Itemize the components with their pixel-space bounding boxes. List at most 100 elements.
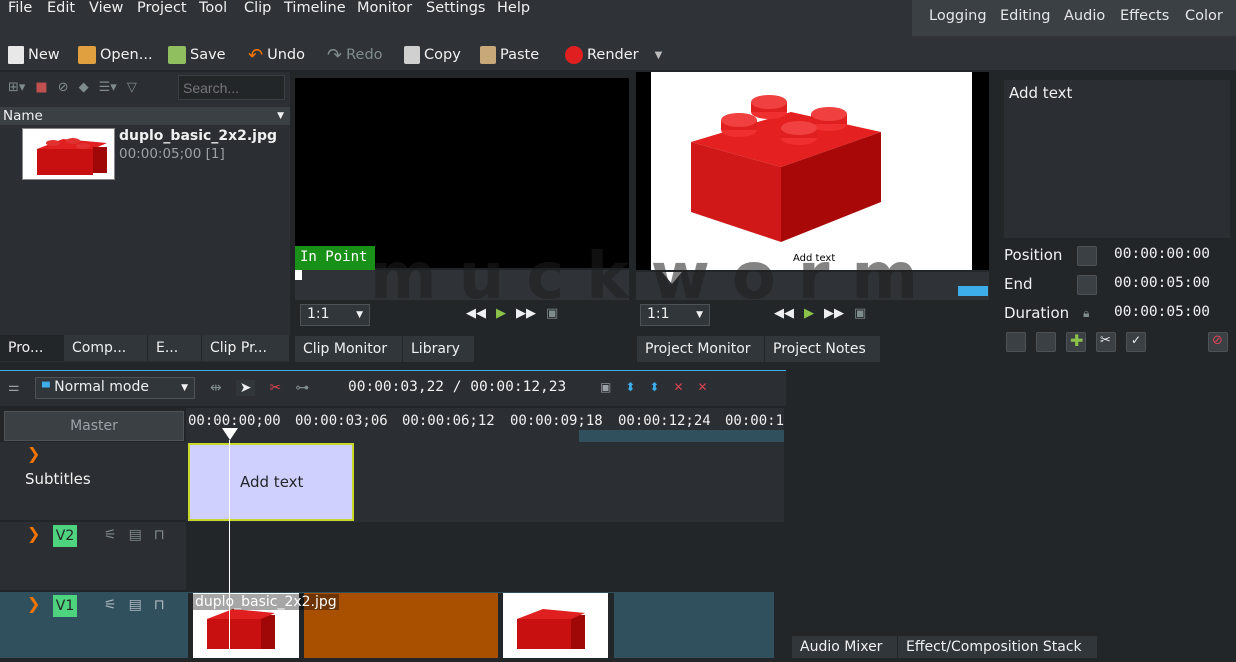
workspace-logging[interactable]: Logging	[929, 8, 987, 24]
tab-project-notes[interactable]: Project Notes	[765, 336, 881, 362]
open-button[interactable]: Open...	[78, 45, 153, 65]
menu-timeline[interactable]: Timeline	[284, 0, 346, 20]
lock-icon[interactable]: ⊓	[154, 527, 165, 543]
end-value[interactable]: 00:00:05:00	[1114, 275, 1210, 291]
check-icon: ✓	[1131, 333, 1142, 347]
clip-zoom-select[interactable]: 1:1 ▼	[300, 304, 370, 326]
next-subtitle-button[interactable]	[1036, 332, 1056, 352]
collapse-chevron-icon[interactable]: ❯	[27, 444, 40, 463]
chevron-down-icon: ▼	[356, 310, 363, 320]
render-dropdown-icon[interactable]: ▼	[655, 50, 663, 61]
tab-effects[interactable]: E...	[148, 335, 202, 361]
paste-button[interactable]: Paste	[480, 45, 539, 65]
tab-effect-composition-stack[interactable]: Effect/Composition Stack	[898, 636, 1098, 658]
timeline-timecode[interactable]: 00:00:03,22 / 00:00:12,23	[348, 379, 566, 395]
set-position-button[interactable]	[1077, 246, 1097, 266]
workspace-color[interactable]: Color	[1185, 8, 1223, 24]
sort-icon[interactable]: ☰▾	[99, 80, 117, 95]
menu-edit[interactable]: Edit	[47, 0, 75, 20]
tab-compositions[interactable]: Comp...	[64, 335, 148, 361]
mode-icon: ▀	[42, 383, 50, 394]
workspace-effects[interactable]: Effects	[1120, 8, 1169, 24]
tag-icon[interactable]: ◆	[79, 80, 89, 95]
previous-subtitle-button[interactable]	[1006, 332, 1026, 352]
timeline-playhead-icon[interactable]	[222, 428, 238, 440]
subtitle-clip[interactable]: Add text	[188, 443, 354, 521]
menu-help[interactable]: Help	[497, 0, 530, 20]
new-button[interactable]: New	[8, 45, 60, 65]
lock-icon[interactable]: ⊓	[154, 597, 165, 613]
render-button[interactable]: Render ▼	[565, 45, 662, 65]
collapse-chevron-icon[interactable]: ❯	[27, 524, 40, 543]
position-label: Position	[1004, 246, 1063, 264]
lift-icon[interactable]: ✕	[698, 380, 708, 394]
edit-mode-select[interactable]: ▀ Normal mode ▼	[35, 377, 195, 399]
add-clip-icon[interactable]: ⊞▾	[8, 80, 25, 95]
bin-column-name[interactable]: Name ▼	[0, 107, 290, 125]
spacer-tool-icon[interactable]: ⇹	[210, 380, 222, 396]
collapse-chevron-icon[interactable]: ❯	[27, 594, 40, 613]
track-menu-icon[interactable]: ⚌	[8, 380, 20, 395]
razor-tool-icon[interactable]: ✂	[269, 380, 281, 396]
workspace-editing[interactable]: Editing	[1000, 8, 1051, 24]
save-button[interactable]: Save	[168, 45, 226, 65]
workspace-audio[interactable]: Audio	[1064, 8, 1105, 24]
v2-track-badge[interactable]: V2	[53, 525, 77, 547]
split-subtitle-button[interactable]: ✂	[1096, 332, 1116, 352]
add-subtitle-button[interactable]: ✚	[1066, 331, 1086, 352]
redo-label: Redo	[346, 47, 383, 63]
v1-video-clip[interactable]: duplo_basic_2x2.jpg	[188, 593, 614, 658]
overwrite-icon[interactable]: ⬍	[649, 380, 659, 394]
bin-search-input[interactable]	[178, 75, 285, 100]
filter-icon[interactable]: ▽	[127, 80, 137, 95]
copy-button[interactable]: Copy	[404, 45, 461, 65]
render-icon	[565, 46, 583, 64]
copy-label: Copy	[424, 47, 461, 63]
menu-file[interactable]: File	[8, 0, 32, 20]
disable-icon[interactable]: ⊘	[58, 80, 69, 95]
undo-button[interactable]: ↶ Undo	[248, 45, 305, 66]
zone-icon[interactable]: ▣	[600, 380, 611, 394]
open-label: Open...	[100, 47, 153, 63]
effect-wand-icon[interactable]: ⚟	[104, 597, 117, 613]
bin-item-thumbnail[interactable]	[22, 128, 115, 180]
menu-view[interactable]: View	[89, 0, 123, 20]
folder-icon[interactable]: ■	[35, 80, 47, 95]
slip-tool-icon[interactable]: ⊶	[295, 380, 309, 396]
master-button[interactable]: Master	[4, 411, 184, 441]
redo-button[interactable]: ↷ Redo	[327, 45, 383, 66]
film-icon[interactable]: ▤	[129, 527, 142, 543]
tab-audio-mixer[interactable]: Audio Mixer	[792, 636, 898, 658]
duration-value[interactable]: 00:00:05:00	[1114, 304, 1210, 320]
column-name-label: Name	[3, 108, 43, 124]
tab-library[interactable]: Library	[403, 336, 475, 362]
bin-tab-bar: Pro... Comp... E... Clip Pr...	[0, 335, 290, 361]
folder-open-icon	[78, 46, 96, 64]
delete-subtitle-button[interactable]: ⊘	[1208, 332, 1228, 352]
effect-wand-icon[interactable]: ⚟	[104, 527, 117, 543]
apply-subtitle-button[interactable]: ✓	[1126, 332, 1146, 352]
bin-item-name[interactable]: duplo_basic_2x2.jpg	[119, 128, 277, 144]
subtitle-text-editor[interactable]: Add text	[1004, 80, 1230, 238]
right-bottom-panel	[792, 364, 1236, 636]
lego-brick-thumbnail-icon	[517, 609, 585, 649]
film-icon[interactable]: ▤	[129, 597, 142, 613]
menu-tool[interactable]: Tool	[199, 0, 227, 20]
insert-icon[interactable]: ⬍	[625, 380, 635, 394]
tab-project-monitor[interactable]: Project Monitor	[637, 336, 765, 362]
save-label: Save	[190, 47, 226, 63]
menu-clip[interactable]: Clip	[244, 0, 271, 20]
selection-tool-icon[interactable]: ➤	[235, 380, 256, 396]
tab-clip-monitor[interactable]: Clip Monitor	[295, 336, 403, 362]
menu-monitor[interactable]: Monitor	[357, 0, 412, 20]
tab-clip-properties[interactable]: Clip Pr...	[202, 335, 290, 361]
set-end-button[interactable]	[1077, 275, 1097, 295]
tab-project-bin[interactable]: Pro...	[0, 335, 64, 361]
v2-track-lane[interactable]	[186, 522, 774, 590]
bin-toolbar: ⊞▾ ■ ⊘ ◆ ☰▾ ▽	[8, 80, 137, 95]
menu-project[interactable]: Project	[137, 0, 187, 20]
position-value[interactable]: 00:00:00:00	[1114, 246, 1210, 262]
extract-icon[interactable]: ✕	[673, 380, 683, 394]
v1-track-badge[interactable]: V1	[53, 595, 77, 617]
menu-settings[interactable]: Settings	[426, 0, 485, 20]
